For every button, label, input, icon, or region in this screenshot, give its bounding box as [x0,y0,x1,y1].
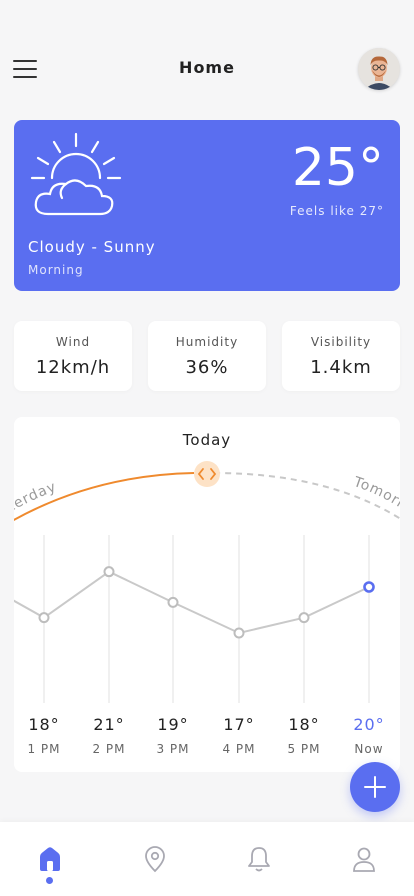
hour-column[interactable]: 19° 3 PM [143,715,203,756]
temperature-point[interactable] [363,581,375,593]
hour-column[interactable]: 17° 4 PM [209,715,269,756]
day-scroll-handle[interactable] [194,461,220,487]
hour-label: Now [354,742,384,756]
stat-value: 1.4km [310,357,372,378]
bottom-navigation [0,822,414,896]
stat-value: 36% [185,357,229,378]
current-weather-card[interactable]: 25° Feels like 27° Cloudy - Sunny Mornin… [14,120,400,291]
hour-column[interactable]: 18° 5 PM [274,715,334,756]
hour-temperature: 21° [93,715,125,734]
cloud-sun-icon [28,132,124,222]
hour-label: 3 PM [156,742,190,756]
time-of-day: Morning [28,263,84,277]
home-icon[interactable] [35,844,65,874]
current-temperature: 25° [291,138,384,198]
tomorrow-label[interactable]: Tomorrow [351,474,400,525]
today-forecast-card: Yesterday Tomorrow Today 18° 1 PM 21° 2 PM 1… [14,417,400,772]
temperature-line [14,570,370,635]
bell-icon[interactable] [244,844,274,874]
temperature-point[interactable] [38,612,50,624]
hour-label: 4 PM [222,742,256,756]
stat-value: 12km/h [35,357,111,378]
temperature-point[interactable] [233,627,245,639]
avatar[interactable] [358,48,400,90]
weather-condition: Cloudy - Sunny [28,238,156,256]
hour-temperature: 17° [223,715,255,734]
hour-column[interactable]: 18° 1 PM [14,715,74,756]
app-header: Home [0,0,414,120]
hour-label: 2 PM [92,742,126,756]
hour-temperature: 19° [157,715,189,734]
hour-temperature: 18° [288,715,320,734]
feels-like-text: Feels like 27° [289,204,384,218]
active-indicator [46,877,53,884]
hour-temperature: 18° [28,715,60,734]
location-pin-icon[interactable] [140,844,170,874]
stat-label: Humidity [175,335,239,349]
wind-stat-card[interactable]: Wind 12km/h [14,321,132,391]
hour-label: 1 PM [27,742,61,756]
stat-label: Visibility [310,335,372,349]
visibility-stat-card[interactable]: Visibility 1.4km [282,321,400,391]
yesterday-label[interactable]: Yesterday [14,479,59,529]
stat-label: Wind [55,335,91,349]
hour-label: 5 PM [287,742,321,756]
hour-column[interactable]: 21° 2 PM [79,715,139,756]
hour-column[interactable]: 20° Now [339,715,399,756]
temperature-point[interactable] [103,566,115,578]
humidity-stat-card[interactable]: Humidity 36% [148,321,266,391]
temperature-point[interactable] [167,596,179,608]
profile-icon[interactable] [349,844,379,874]
today-title: Today [182,431,232,449]
page-title: Home [179,58,235,77]
hour-temperature: 20° [353,715,385,734]
temperature-point[interactable] [298,612,310,624]
add-location-button[interactable] [350,762,400,812]
